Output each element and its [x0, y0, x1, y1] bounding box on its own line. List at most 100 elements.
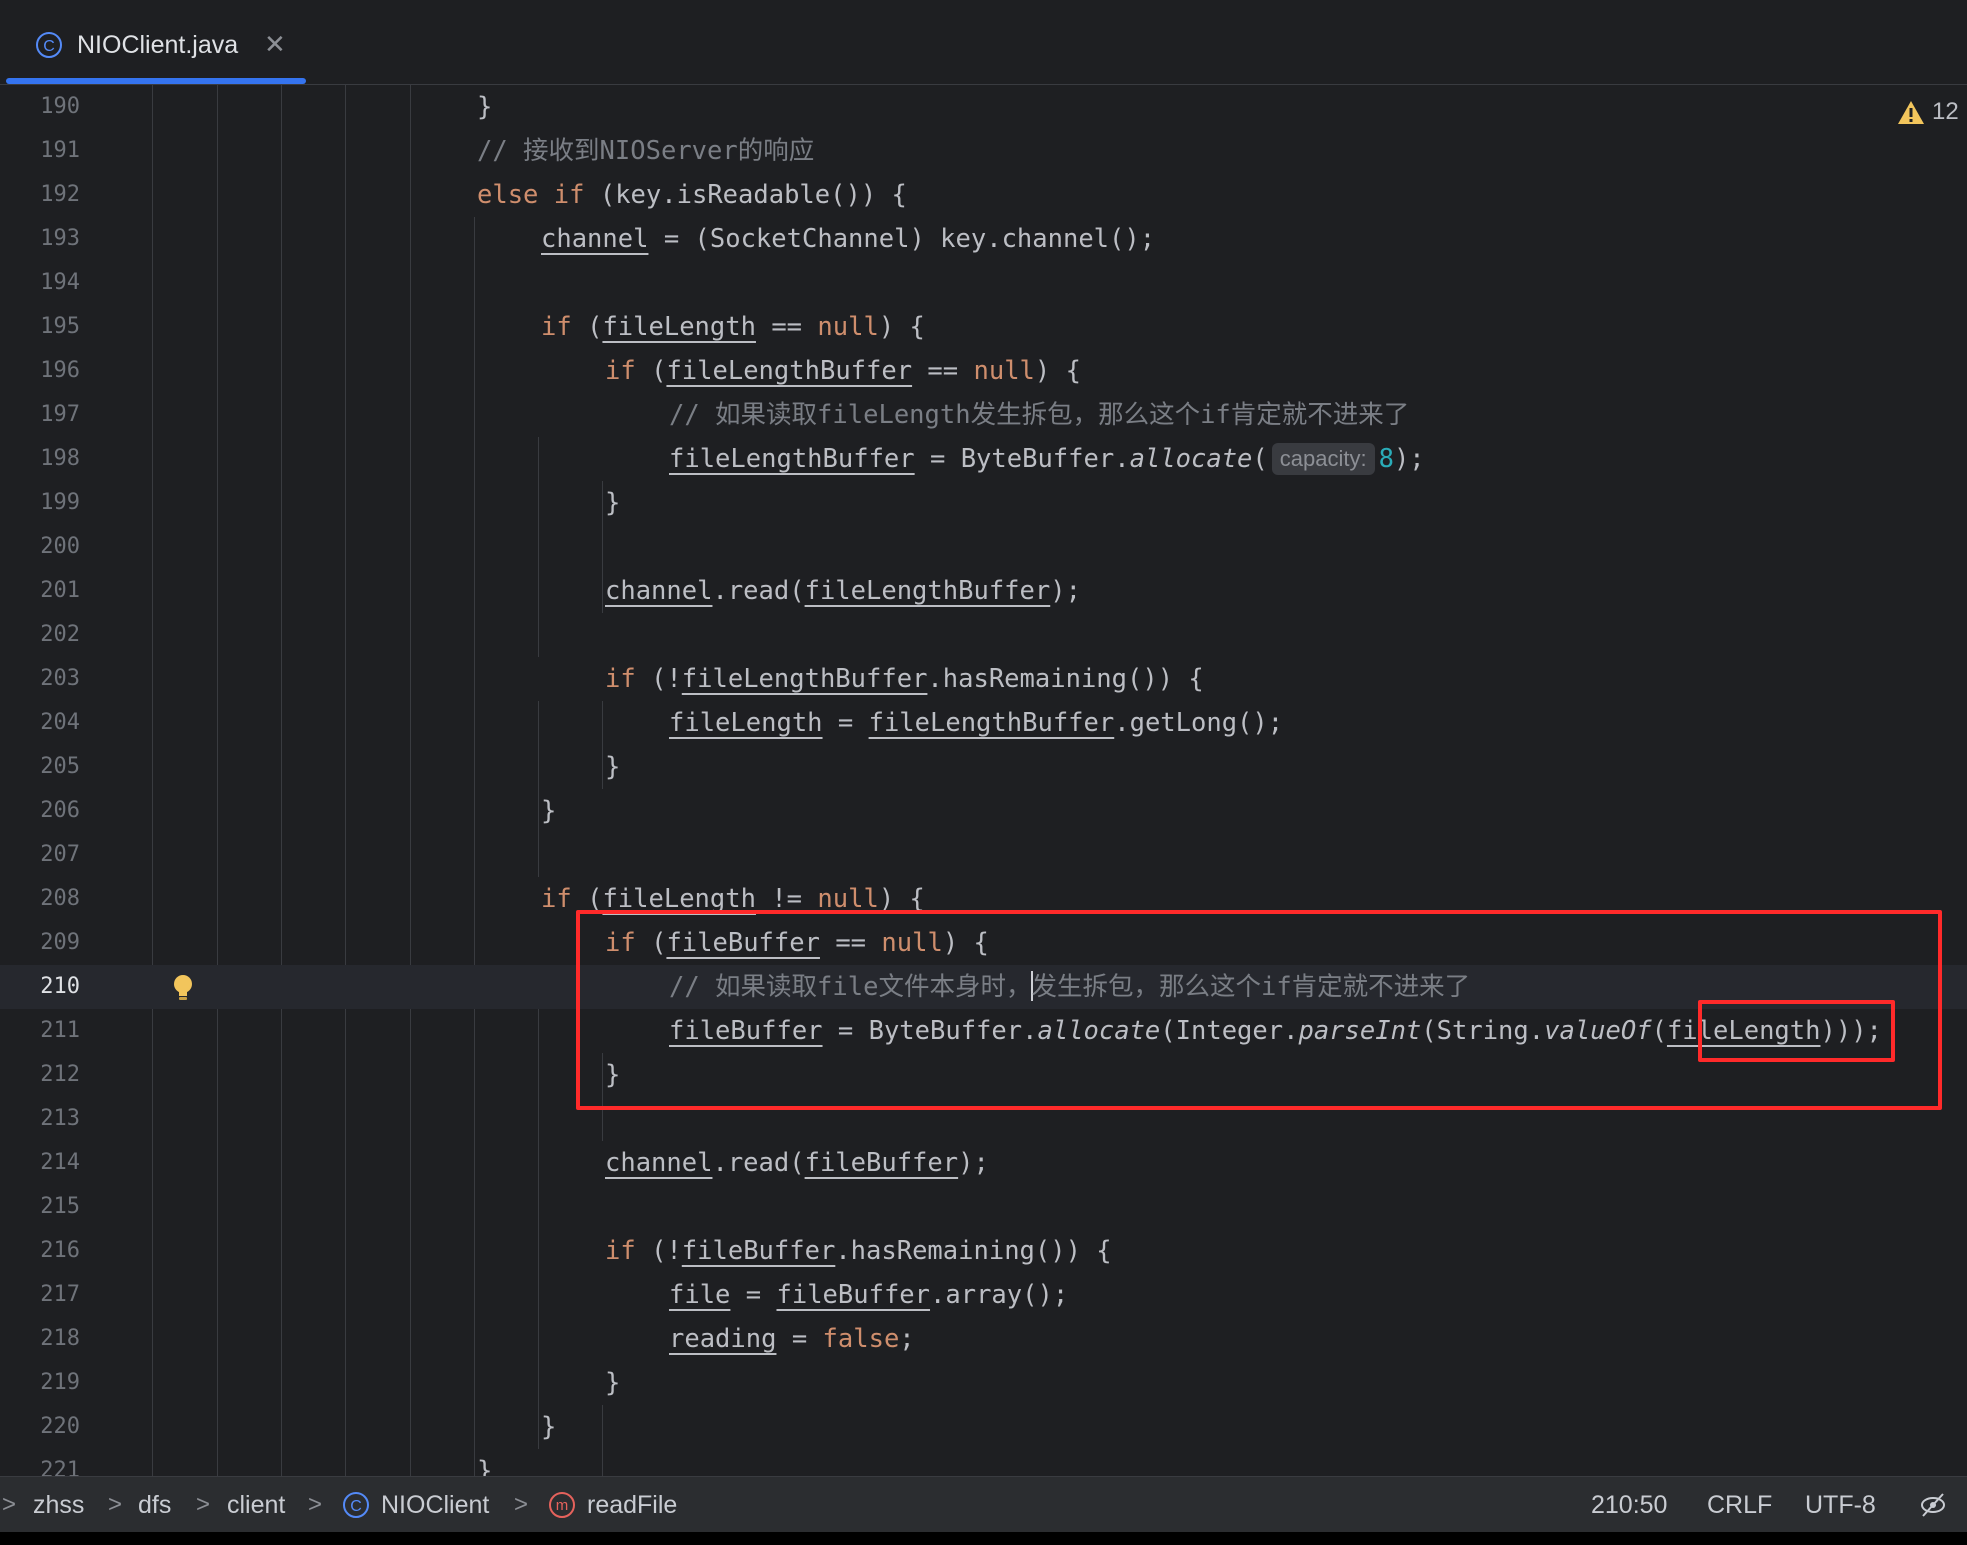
keyword: if	[541, 312, 572, 342]
active-tab-indicator	[6, 78, 306, 84]
cursor-position[interactable]: 210:50	[1591, 1489, 1667, 1521]
code-comment: // 如果读取fileLength发生拆包，那么这个if肯定就不进来了	[669, 400, 1410, 430]
code-line: 206 }	[0, 789, 1967, 833]
code-token: .read(	[712, 1148, 805, 1178]
keyword: false	[822, 1324, 900, 1354]
line-number: 193	[40, 226, 80, 251]
line-number: 220	[40, 1414, 80, 1439]
line-number: 199	[40, 490, 80, 515]
line-number: 205	[40, 754, 80, 779]
code-token: .getLong();	[1114, 708, 1284, 738]
breadcrumb-separator: >	[2, 1491, 17, 1518]
line-number: 213	[40, 1106, 80, 1131]
close-icon[interactable]: ✕	[264, 27, 286, 61]
variable: fileBuffer	[804, 1148, 959, 1178]
line-number: 216	[40, 1238, 80, 1263]
code-token: );	[1393, 444, 1425, 474]
variable: file	[669, 1280, 731, 1310]
readonly-toggle-icon[interactable]	[1918, 1490, 1948, 1520]
variable: fileLengthBuffer	[681, 664, 928, 694]
code-token: ) {	[1034, 356, 1081, 386]
code-token: ==	[755, 312, 818, 342]
code-line: 192 else if (key.isReadable()) {	[0, 173, 1967, 217]
code-token: (key.isReadable()) {	[584, 180, 907, 210]
code-line: 220 }	[0, 1405, 1967, 1449]
line-number: 208	[40, 886, 80, 911]
code-line: 196 if (fileLengthBuffer == null) {	[0, 349, 1967, 393]
line-number: 202	[40, 622, 80, 647]
code-token: .hasRemaining()) {	[927, 664, 1204, 694]
keyword: if	[605, 356, 636, 386]
code-line: 200	[0, 525, 1967, 569]
variable: channel	[541, 224, 649, 254]
code-token: (!	[635, 664, 682, 694]
variable: fileLengthBuffer	[868, 708, 1115, 738]
code-token: );	[1050, 576, 1081, 606]
variable: fileBuffer	[681, 1236, 836, 1266]
file-encoding[interactable]: UTF-8	[1805, 1489, 1876, 1521]
java-class-icon: C	[36, 32, 62, 58]
line-number: 200	[40, 534, 80, 559]
line-number: 198	[40, 446, 80, 471]
code-token: .array();	[930, 1280, 1069, 1310]
code-line: 203 if (!fileLengthBuffer.hasRemaining()…	[0, 657, 1967, 701]
lightbulb-icon[interactable]	[170, 973, 196, 1003]
line-number: 207	[40, 842, 80, 867]
code-token: .hasRemaining()) {	[835, 1236, 1112, 1266]
line-number: 211	[40, 1018, 80, 1043]
code-line: 219 }	[0, 1361, 1967, 1405]
code-token: =	[776, 1324, 823, 1354]
breadcrumb-nioclient[interactable]: NIOClient	[381, 1489, 489, 1521]
code-token: ==	[912, 356, 974, 386]
line-number: 197	[40, 402, 80, 427]
line-number: 221	[40, 1458, 80, 1476]
breadcrumb-separator: >	[514, 1491, 529, 1518]
number-literal: 8	[1378, 444, 1394, 474]
breadcrumb-client[interactable]: client	[227, 1489, 285, 1521]
code-token: = (SocketChannel) key.channel();	[648, 224, 1156, 254]
method-name: allocate	[1129, 444, 1253, 474]
code-token: (!	[635, 1236, 682, 1266]
code-comment: // 接收到NIOServer的响应	[477, 136, 815, 166]
tab-nioclient-java[interactable]: C NIOClient.java ✕	[6, 0, 306, 84]
breadcrumb-separator: >	[308, 1491, 323, 1518]
parameter-hint: capacity:	[1271, 443, 1375, 475]
line-number: 215	[40, 1194, 80, 1219]
code-token: }	[605, 1368, 621, 1398]
breadcrumb-separator: >	[196, 1491, 211, 1518]
keyword: if	[605, 1236, 636, 1266]
code-line: 194	[0, 261, 1967, 305]
keyword: null	[817, 312, 879, 342]
line-number: 210	[40, 974, 80, 999]
line-number: 219	[40, 1370, 80, 1395]
keyword: else	[477, 180, 539, 210]
line-number: 214	[40, 1150, 80, 1175]
variable: fileLength	[669, 708, 823, 738]
svg-text:C: C	[350, 1498, 362, 1515]
code-line: 215	[0, 1185, 1967, 1229]
svg-text:C: C	[43, 38, 55, 55]
code-line: 201 channel.read(fileLengthBuffer);	[0, 569, 1967, 613]
variable: fileLengthBuffer	[666, 356, 913, 386]
breadcrumb-zhss[interactable]: zhss	[33, 1489, 84, 1521]
line-separator[interactable]: CRLF	[1707, 1489, 1772, 1521]
code-token: (	[571, 312, 603, 342]
code-token: }	[605, 488, 621, 518]
keyword: if	[541, 884, 572, 914]
code-token: }	[477, 92, 493, 122]
editor-tab-bar: C NIOClient.java ✕	[0, 0, 1967, 85]
code-line: 198 fileLengthBuffer = ByteBuffer.alloca…	[0, 437, 1967, 481]
keyword: null	[973, 356, 1035, 386]
breadcrumb-separator: >	[108, 1491, 123, 1518]
line-number: 217	[40, 1282, 80, 1307]
code-line: 218 reading = false;	[0, 1317, 1967, 1361]
code-token: );	[958, 1148, 989, 1178]
code-token: }	[477, 1456, 493, 1476]
code-line: 214 channel.read(fileBuffer);	[0, 1141, 1967, 1185]
code-editor[interactable]: 190 } 191 // 接收到NIOServer的响应 192 else if…	[0, 85, 1967, 1476]
code-line: 195 if (fileLength == null) {	[0, 305, 1967, 349]
breadcrumb-readfile[interactable]: readFile	[587, 1489, 677, 1521]
code-token: }	[541, 1412, 557, 1442]
breadcrumb-dfs[interactable]: dfs	[138, 1489, 171, 1521]
line-number: 203	[40, 666, 80, 691]
